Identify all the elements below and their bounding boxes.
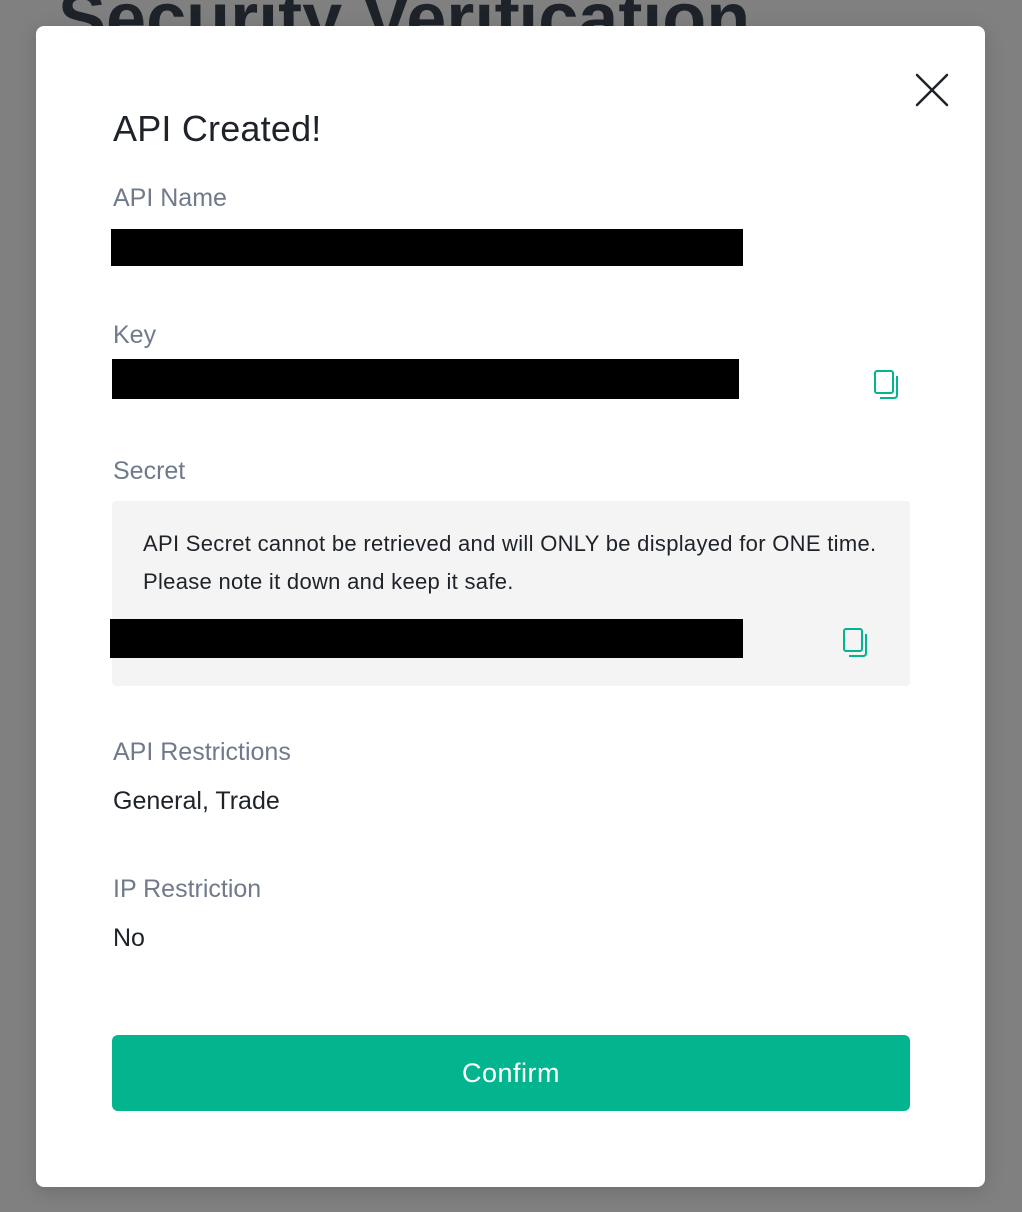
secret-warning-note: API Secret cannot be retrieved and will … bbox=[143, 531, 877, 594]
copy-icon bbox=[874, 370, 898, 399]
secret-value-redacted bbox=[110, 619, 743, 658]
key-label: Key bbox=[113, 321, 157, 349]
key-value-redacted bbox=[112, 359, 739, 399]
modal-title: API Created! bbox=[113, 108, 322, 149]
api-restrictions-value: General, Trade bbox=[113, 787, 280, 815]
ip-restriction-value: No bbox=[113, 924, 145, 952]
ip-restriction-label: IP Restriction bbox=[113, 875, 262, 903]
secret-box: API Secret cannot be retrieved and will … bbox=[112, 501, 910, 686]
copy-icon bbox=[843, 628, 867, 657]
copy-key-button[interactable] bbox=[873, 369, 901, 401]
copy-secret-button[interactable] bbox=[842, 627, 870, 659]
api-name-value-redacted bbox=[111, 229, 743, 266]
close-button[interactable] bbox=[914, 72, 950, 108]
api-name-label: API Name bbox=[113, 184, 227, 212]
confirm-button[interactable]: Confirm bbox=[112, 1035, 910, 1111]
api-created-modal: API Created! API Name Key Secret API Sec… bbox=[36, 26, 985, 1187]
secret-label: Secret bbox=[113, 457, 186, 485]
api-restrictions-label: API Restrictions bbox=[113, 738, 291, 766]
close-icon bbox=[915, 73, 949, 107]
